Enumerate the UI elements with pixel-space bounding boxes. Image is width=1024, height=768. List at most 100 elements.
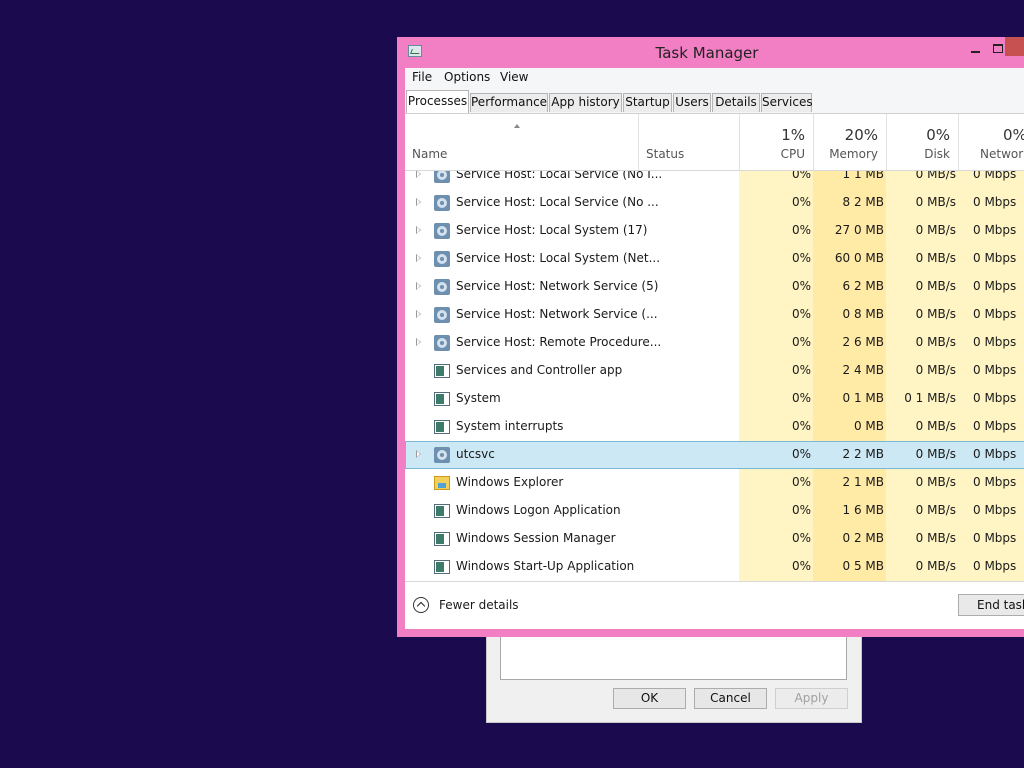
menu-view[interactable]: View [500, 70, 528, 84]
end-task-button[interactable]: End task [958, 594, 1024, 616]
process-name: Windows Start-Up Application [456, 559, 635, 573]
window-title: Task Manager [655, 44, 759, 62]
table-row[interactable]: Service Host: Local Service (No ... 0% 8 2… [405, 189, 1024, 217]
column-network[interactable]: 0% Network [958, 114, 1024, 170]
process-network: 0 Mbps [973, 251, 1017, 265]
tab-strip: Processes Performance App history Startu… [405, 88, 1024, 114]
process-network: 0 Mbps [973, 531, 1017, 545]
app-icon [434, 420, 450, 434]
process-network: 0 Mbps [973, 559, 1017, 573]
expand-arrow-icon[interactable] [416, 226, 421, 234]
process-cpu: 0% [791, 503, 811, 517]
expand-arrow-icon[interactable] [416, 450, 421, 458]
process-memory: 0 2 MB [842, 531, 884, 545]
tab-users[interactable]: Users [673, 93, 711, 112]
expand-arrow-icon[interactable] [416, 171, 421, 178]
process-network: 0 Mbps [973, 475, 1017, 489]
app-icon [434, 364, 450, 378]
process-network: 0 Mbps [973, 335, 1017, 349]
table-row[interactable]: Windows Explorer 0% 2 1 MB 0 MB/s 0 Mbps [405, 469, 1024, 497]
gear-icon [434, 251, 450, 267]
expand-arrow-icon[interactable] [416, 254, 421, 262]
process-disk: 0 MB/s [915, 171, 956, 181]
process-memory: 2 1 MB [842, 475, 884, 489]
process-network: 0 Mbps [973, 363, 1017, 377]
ok-button[interactable]: OK [613, 688, 686, 709]
collapse-chevron-icon[interactable] [413, 597, 429, 613]
process-cpu: 0% [791, 447, 811, 461]
gear-icon [434, 223, 450, 239]
process-memory: 0 MB [853, 419, 884, 433]
process-network: 0 Mbps [973, 171, 1017, 181]
table-row[interactable]: Windows Logon Application 0% 1 6 MB 0 MB/s 0… [405, 497, 1024, 525]
title-bar[interactable]: Task Manager [397, 37, 1024, 68]
tab-details[interactable]: Details [712, 93, 760, 112]
cpu-total-percent: 1% [781, 126, 805, 144]
apply-button[interactable]: Apply [775, 688, 848, 709]
tab-app-history[interactable]: App history [549, 93, 622, 112]
menu-bar: File Options View [405, 68, 1024, 88]
tab-startup[interactable]: Startup [623, 93, 672, 112]
process-disk: 0 MB/s [915, 363, 956, 377]
process-cpu: 0% [791, 363, 811, 377]
close-icon[interactable] [1005, 37, 1024, 56]
folder-icon [434, 476, 450, 490]
process-name: Service Host: Local System (17) [456, 223, 648, 237]
column-network-label: Network [980, 147, 1024, 161]
expand-arrow-icon[interactable] [416, 338, 421, 346]
table-row[interactable]: Service Host: Network Service (5) 0% 6 2 M… [405, 273, 1024, 301]
table-row[interactable]: Windows Session Manager 0% 0 2 MB 0 MB/s 0 M… [405, 525, 1024, 553]
network-total-percent: 0% [1003, 126, 1024, 144]
tab-services[interactable]: Services [761, 93, 813, 112]
process-memory: 2 2 MB [842, 447, 884, 461]
process-disk: 0 MB/s [915, 503, 956, 517]
process-disk: 0 MB/s [915, 195, 956, 209]
process-memory: 1 6 MB [842, 503, 884, 517]
gear-icon [434, 335, 450, 351]
process-network: 0 Mbps [973, 279, 1017, 293]
expand-arrow-icon[interactable] [416, 310, 421, 318]
table-row[interactable]: Services and Controller app 0% 2 4 MB 0 MB/… [405, 357, 1024, 385]
process-memory: 0 5 MB [842, 559, 884, 573]
process-disk: 0 MB/s [915, 559, 956, 573]
table-row[interactable]: System 0% 0 1 MB 0 1 MB/s 0 Mbps [405, 385, 1024, 413]
tab-performance[interactable]: Performance [470, 93, 548, 112]
column-memory[interactable]: 20% Memory [813, 114, 886, 170]
process-disk: 0 MB/s [915, 419, 956, 433]
process-name: Service Host: Remote Procedure... [456, 335, 662, 349]
process-name: Windows Session Manager [456, 531, 616, 545]
column-disk[interactable]: 0% Disk [886, 114, 958, 170]
expand-arrow-icon[interactable] [416, 282, 421, 290]
fewer-details-link[interactable]: Fewer details [439, 598, 519, 612]
column-cpu[interactable]: 1% CPU [739, 114, 813, 170]
menu-file[interactable]: File [412, 70, 432, 84]
process-cpu: 0% [791, 307, 811, 321]
table-row[interactable]: utcsvc 0% 2 2 MB 0 MB/s 0 Mbps [405, 441, 1024, 469]
process-disk: 0 MB/s [915, 447, 956, 461]
process-name: Service Host: Network Service (5) [456, 279, 659, 293]
process-cpu: 0% [791, 391, 811, 405]
process-name: System [456, 391, 501, 405]
table-row[interactable]: Service Host: Local System (17) 0% 27 0 MB… [405, 217, 1024, 245]
table-row[interactable]: Windows Start-Up Application 0% 0 5 MB 0 MB… [405, 553, 1024, 581]
table-row[interactable]: Service Host: Network Service (... 0% 0 8 … [405, 301, 1024, 329]
table-row[interactable]: System interrupts 0% 0 MB 0 MB/s 0 Mbps [405, 413, 1024, 441]
dialog-text-area[interactable] [500, 631, 847, 680]
process-disk: 0 MB/s [915, 475, 956, 489]
app-icon [434, 532, 450, 546]
table-row[interactable]: Service Host: Local Service (No I... 0% 1 … [405, 171, 1024, 189]
column-status[interactable]: Status [638, 114, 739, 170]
process-disk: 0 MB/s [915, 223, 956, 237]
menu-options[interactable]: Options [444, 70, 490, 84]
process-network: 0 Mbps [973, 503, 1017, 517]
column-name[interactable]: Name [405, 114, 638, 170]
process-list[interactable]: Service Host: Local Service (No I... 0% 1 … [405, 171, 1024, 581]
process-name: System interrupts [456, 419, 564, 433]
table-row[interactable]: Service Host: Remote Procedure... 0% 2 6 M… [405, 329, 1024, 357]
table-row[interactable]: Service Host: Local System (Net... 0% 60 0… [405, 245, 1024, 273]
expand-arrow-icon[interactable] [416, 198, 421, 206]
column-cpu-label: CPU [780, 147, 805, 161]
tab-processes[interactable]: Processes [406, 90, 469, 113]
cancel-button[interactable]: Cancel [694, 688, 767, 709]
gear-icon [434, 195, 450, 211]
